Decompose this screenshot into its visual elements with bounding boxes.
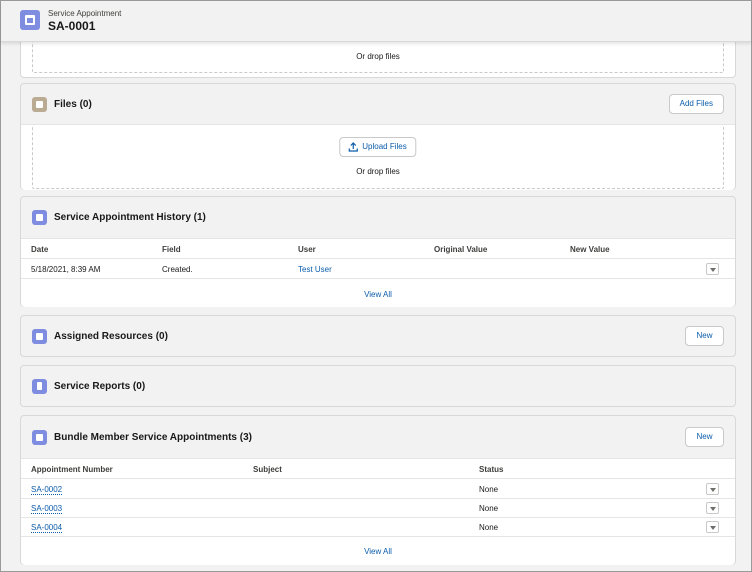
appointment-number-link[interactable]: SA-0002 — [31, 485, 62, 494]
column-header-user[interactable]: User — [298, 245, 316, 254]
row-actions-dropdown[interactable] — [706, 263, 719, 275]
view-all-link[interactable]: View All — [21, 290, 735, 299]
service-reports-card: Service Reports (0) — [20, 365, 736, 407]
record-header: Service Appointment SA-0001 — [1, 1, 751, 42]
files-card: Files (0) Add Files Upload Files Or drop… — [20, 83, 736, 190]
column-header-date[interactable]: Date — [31, 245, 48, 254]
history-icon — [32, 210, 47, 225]
new-bundle-member-button[interactable]: New — [685, 427, 724, 447]
bundle-members-icon — [32, 430, 47, 445]
assigned-resources-title: Assigned Resources (0) — [54, 331, 168, 342]
row-actions-dropdown[interactable] — [706, 483, 719, 495]
row-actions-dropdown[interactable] — [706, 521, 719, 533]
history-date: 5/18/2021, 8:39 AM — [31, 265, 101, 274]
appointment-status: None — [479, 504, 499, 513]
appointment-number-link[interactable]: SA-0004 — [31, 523, 62, 532]
new-assigned-resource-button[interactable]: New — [685, 326, 724, 346]
history-card: Service Appointment History (1) Date Fie… — [20, 196, 736, 307]
add-files-button[interactable]: Add Files — [668, 94, 724, 114]
column-header-original-value[interactable]: Original Value — [434, 245, 487, 254]
file-drop-zone[interactable]: Upload Files Or drop files — [32, 125, 724, 189]
assigned-resources-icon — [32, 329, 47, 344]
row-actions-dropdown[interactable] — [706, 502, 719, 514]
history-card-title: Service Appointment History (1) — [54, 212, 206, 223]
service-report-icon — [32, 379, 47, 394]
table-row: 5/18/2021, 8:39 AM Created. Test User — [21, 260, 735, 279]
history-card-body: Date Field User Original Value New Value… — [21, 238, 735, 307]
bundle-members-body: Appointment Number Subject Status SA-000… — [21, 458, 735, 565]
column-header-subject[interactable]: Subject — [253, 465, 282, 474]
appointment-status: None — [479, 523, 499, 532]
upload-files-label: Upload Files — [362, 142, 407, 151]
files-card-title: Files (0) — [54, 99, 92, 110]
files-card-body: Upload Files Or drop files — [21, 124, 735, 190]
table-row: SA-0002 None — [21, 480, 735, 499]
history-table-header: Date Field User Original Value New Value — [21, 239, 735, 259]
column-header-field[interactable]: Field — [162, 245, 181, 254]
table-row: SA-0003 None — [21, 499, 735, 518]
bundle-members-card: Bundle Member Service Appointments (3) N… — [20, 415, 736, 565]
table-row: SA-0004 None — [21, 518, 735, 537]
drop-files-text: Or drop files — [356, 52, 400, 61]
drop-files-text: Or drop files — [356, 167, 400, 176]
upload-icon — [348, 142, 358, 152]
appointment-number-link[interactable]: SA-0003 — [31, 504, 62, 513]
column-header-new-value[interactable]: New Value — [570, 245, 610, 254]
upload-files-button[interactable]: Upload Files — [339, 137, 417, 157]
files-icon — [32, 97, 47, 112]
object-type-label: Service Appointment — [48, 9, 122, 18]
service-appointment-icon — [20, 10, 40, 30]
appointment-status: None — [479, 485, 499, 494]
history-user-link[interactable]: Test User — [298, 265, 332, 274]
service-reports-title: Service Reports (0) — [54, 381, 146, 392]
bundle-table-header: Appointment Number Subject Status — [21, 459, 735, 479]
history-field: Created. — [162, 265, 193, 274]
view-all-link[interactable]: View All — [21, 547, 735, 556]
column-header-status[interactable]: Status — [479, 465, 503, 474]
record-title: SA-0001 — [48, 19, 96, 33]
column-header-appointment-number[interactable]: Appointment Number — [31, 465, 113, 474]
assigned-resources-card: Assigned Resources (0) New — [20, 315, 736, 357]
bundle-members-title: Bundle Member Service Appointments (3) — [54, 432, 252, 443]
